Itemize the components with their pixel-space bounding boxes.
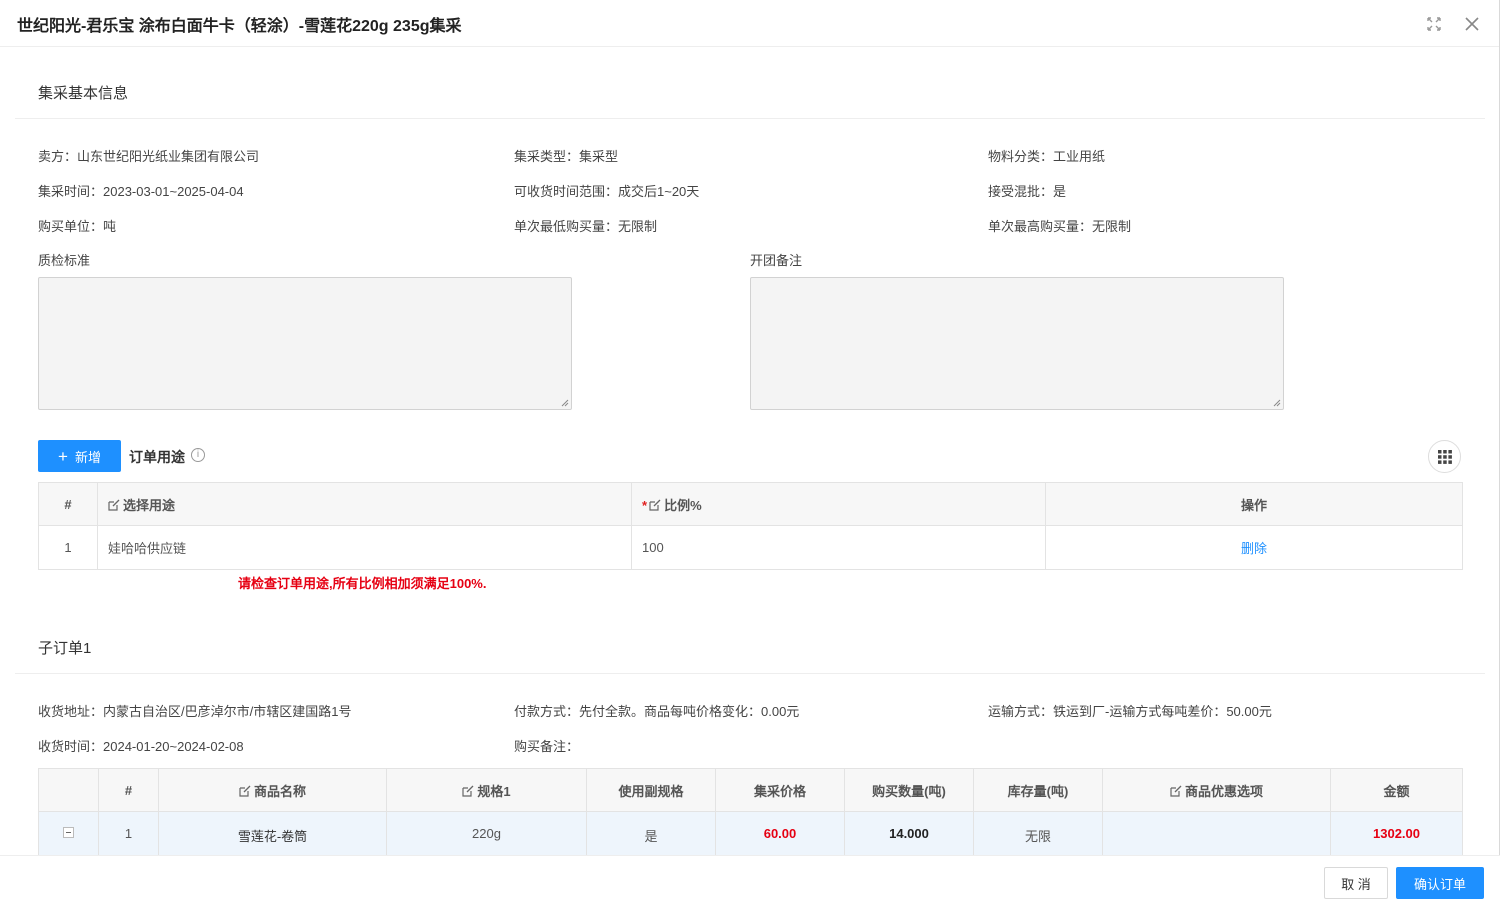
- qc-standard-label: 质检标准: [38, 253, 91, 268]
- product-name-cell[interactable]: 雪莲花-卷筒: [158, 811, 387, 855]
- purchase-time-info: 集采时间：2023-03-01~2025-04-04: [38, 184, 244, 199]
- col-stock: 库存量(吨): [973, 768, 1103, 812]
- col-discount: 商品优惠选项: [1102, 768, 1331, 812]
- expand-cell: [38, 811, 99, 855]
- group-remark-label: 开团备注: [750, 253, 803, 268]
- col-index: #: [98, 768, 159, 812]
- max-qty-info: 单次最高购买量：无限制: [988, 219, 1132, 234]
- modal-footer: 取 消 确认订单: [0, 855, 1500, 909]
- edit-icon: [1170, 785, 1182, 797]
- col-usage: 选择用途: [97, 482, 632, 526]
- col-action: 操作: [1045, 482, 1463, 526]
- discount-cell[interactable]: [1102, 811, 1331, 855]
- close-icon[interactable]: [1462, 14, 1482, 34]
- col-ratio: * 比例%: [631, 482, 1046, 526]
- column-settings-button[interactable]: [1428, 440, 1461, 473]
- spec-cell[interactable]: 220g: [386, 811, 587, 855]
- add-usage-button[interactable]: + 新增: [38, 440, 121, 472]
- table-row: 1 娃哈哈供应链 100 删除: [38, 525, 1463, 570]
- usage-table: # 选择用途 * 比例% 操作 1 娃哈哈供应链 100 删除: [38, 482, 1463, 570]
- fullscreen-icon[interactable]: [1424, 14, 1444, 34]
- qty-cell[interactable]: 14.000: [844, 811, 974, 855]
- goods-table: # 商品名称 规格1 使用副规格 集采价格 购买数量(吨) 库存量(吨) 商品优…: [38, 768, 1463, 855]
- add-usage-label: 新增: [74, 449, 101, 465]
- purchase-type-info: 集采类型：集采型: [514, 149, 619, 164]
- grid-icon: [1437, 449, 1452, 464]
- col-amount: 金额: [1330, 768, 1463, 812]
- usage-error-message: 请检查订单用途,所有比例相加须满足100%.: [238, 576, 487, 591]
- delivery-range-info: 可收货时间范围：成交后1~20天: [514, 184, 700, 199]
- collapse-icon[interactable]: [63, 827, 74, 838]
- col-qty: 购买数量(吨): [844, 768, 974, 812]
- edit-icon: [462, 785, 474, 797]
- group-remark-textarea[interactable]: [750, 277, 1284, 410]
- qc-standard-textarea[interactable]: [38, 277, 572, 410]
- col-expand: [38, 768, 99, 812]
- unit-info: 购买单位：吨: [38, 219, 117, 234]
- use-sub-spec-cell: 是: [586, 811, 716, 855]
- table-row: 1 雪莲花-卷筒 220g 是 60.00 14.000 无限 1302.00: [38, 811, 1463, 855]
- col-index: #: [38, 482, 98, 526]
- action-cell: 删除: [1045, 525, 1463, 570]
- row-index: 1: [38, 525, 98, 570]
- transport-info: 运输方式：铁运到厂-运输方式每吨差价：50.00元: [988, 704, 1272, 719]
- address-info: 收货地址：内蒙古自治区/巴彦淖尔市/市辖区建国路1号: [38, 704, 352, 719]
- divider: [15, 118, 1485, 119]
- stock-cell: 无限: [973, 811, 1103, 855]
- confirm-order-button[interactable]: 确认订单: [1396, 867, 1484, 899]
- row-index: 1: [98, 811, 159, 855]
- order-modal: 世纪阳光-君乐宝 涂布白面牛卡（轻涂）-雪莲花220g 235g集采 集采基本信…: [0, 0, 1500, 909]
- cancel-button[interactable]: 取 消: [1324, 867, 1388, 899]
- basic-section-title: 集采基本信息: [38, 85, 129, 102]
- usage-table-header: # 选择用途 * 比例% 操作: [38, 482, 1463, 526]
- col-use-sub-spec: 使用副规格: [586, 768, 716, 812]
- plus-icon: +: [58, 446, 68, 466]
- info-icon[interactable]: i: [191, 448, 205, 462]
- col-price: 集采价格: [715, 768, 845, 812]
- modal-body: 集采基本信息 卖方：山东世纪阳光纸业集团有限公司 集采类型：集采型 物料分类：工…: [0, 47, 1500, 855]
- seller-info: 卖方：山东世纪阳光纸业集团有限公司: [38, 149, 260, 164]
- suborder-section-title: 子订单1: [38, 640, 92, 657]
- edit-icon: [108, 499, 120, 511]
- usage-title: 订单用途: [129, 449, 185, 465]
- usage-cell[interactable]: 娃哈哈供应链: [97, 525, 632, 570]
- col-spec: 规格1: [386, 768, 587, 812]
- modal-title: 世纪阳光-君乐宝 涂布白面牛卡（轻涂）-雪莲花220g 235g集采: [17, 18, 462, 35]
- material-category-info: 物料分类：工业用纸: [988, 149, 1106, 164]
- min-qty-info: 单次最低购买量：无限制: [514, 219, 658, 234]
- purchase-note-info: 购买备注：: [514, 739, 580, 754]
- divider: [15, 673, 1485, 674]
- col-product-name: 商品名称: [158, 768, 387, 812]
- goods-table-header: # 商品名称 规格1 使用副规格 集采价格 购买数量(吨) 库存量(吨) 商品优…: [38, 768, 1463, 812]
- price-cell: 60.00: [715, 811, 845, 855]
- ratio-cell[interactable]: 100: [631, 525, 1046, 570]
- mixed-batch-info: 接受混批：是: [988, 184, 1067, 199]
- edit-icon: [649, 499, 661, 511]
- modal-header: 世纪阳光-君乐宝 涂布白面牛卡（轻涂）-雪莲花220g 235g集采: [0, 0, 1499, 47]
- delete-link[interactable]: 删除: [1241, 541, 1267, 556]
- amount-cell: 1302.00: [1330, 811, 1463, 855]
- receive-time-info: 收货时间：2024-01-20~2024-02-08: [38, 739, 244, 754]
- payment-info: 付款方式：先付全款。商品每吨价格变化：0.00元: [514, 704, 800, 719]
- edit-icon: [239, 785, 251, 797]
